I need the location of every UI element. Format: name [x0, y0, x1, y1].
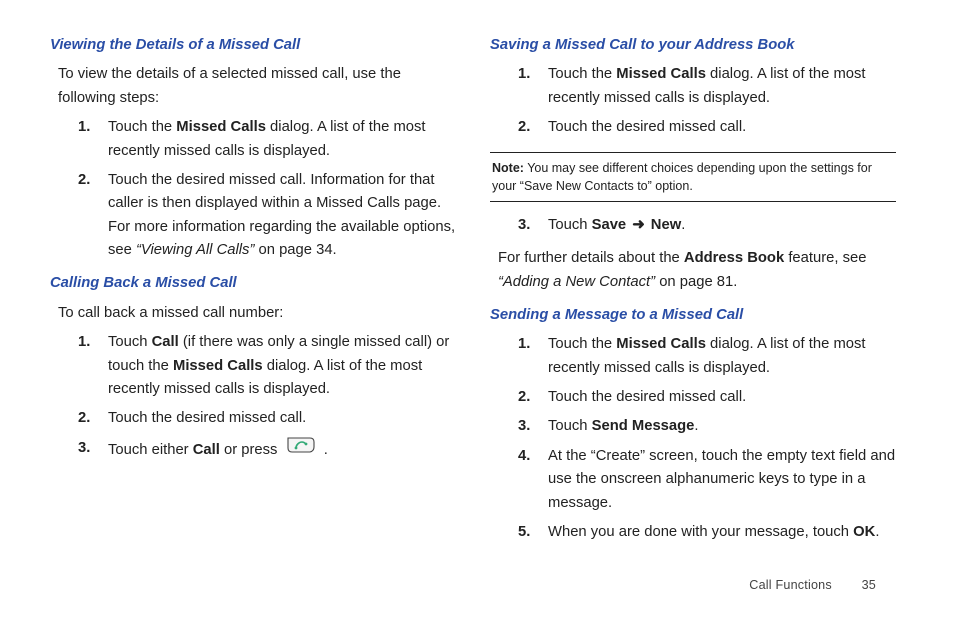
footer-page-number: 35	[862, 576, 876, 596]
text: When you are done with your message, tou…	[548, 524, 853, 540]
bold-text: Address Book	[684, 250, 784, 266]
bold-text: New	[651, 217, 681, 233]
step-item: Touch either Call or press .	[78, 437, 456, 463]
text: feature, see	[784, 250, 866, 266]
bold-text: Missed Calls	[176, 119, 266, 135]
steps-calling-back: Touch Call (if there was only a single m…	[78, 331, 456, 463]
bold-text: Missed Calls	[616, 336, 706, 352]
steps-sending-message: Touch the Missed Calls dialog. A list of…	[518, 333, 896, 544]
steps-saving-missed-call: Touch the Missed Calls dialog. A list of…	[518, 63, 896, 139]
step-item: Touch Save ➜ New.	[518, 214, 896, 237]
intro-calling-back: To call back a missed call number:	[58, 302, 456, 325]
step-item: Touch the desired missed call. Informati…	[78, 169, 456, 263]
steps-saving-missed-call-cont: Touch Save ➜ New.	[518, 214, 896, 237]
heading-calling-back: Calling Back a Missed Call	[50, 272, 456, 295]
bold-text: Call	[193, 442, 220, 458]
text: For further details about the	[498, 250, 684, 266]
bold-text: Missed Calls	[616, 66, 706, 82]
right-column: Saving a Missed Call to your Address Boo…	[490, 34, 896, 560]
step-item: Touch the desired missed call.	[78, 407, 456, 430]
step-item: Touch the desired missed call.	[518, 386, 896, 409]
step-item: Touch the Missed Calls dialog. A list of…	[518, 63, 896, 110]
step-item: At the “Create” screen, touch the empty …	[518, 445, 896, 515]
text: .	[324, 442, 328, 458]
text: on page 34.	[254, 242, 336, 258]
text: Touch	[548, 217, 592, 233]
step-item: Touch Send Message.	[518, 415, 896, 438]
bold-text: Missed Calls	[173, 358, 263, 374]
cross-reference: “Adding a New Contact”	[498, 274, 655, 290]
text: Touch	[108, 334, 152, 350]
address-book-reference: For further details about the Address Bo…	[498, 247, 896, 294]
cross-reference: “Viewing All Calls”	[136, 242, 254, 258]
note-text: You may see different choices depending …	[492, 161, 872, 193]
text: Touch the desired missed call.	[108, 410, 306, 426]
text: or press	[220, 442, 282, 458]
text: Touch the desired missed call.	[548, 389, 746, 405]
heading-sending-message: Sending a Message to a Missed Call	[490, 304, 896, 327]
call-key-icon	[286, 436, 316, 462]
text: At the “Create” screen, touch the empty …	[548, 448, 895, 511]
heading-viewing-details: Viewing the Details of a Missed Call	[50, 34, 456, 57]
text: Touch the	[548, 66, 616, 82]
note-divider	[490, 152, 896, 153]
text: on page 81.	[655, 274, 737, 290]
text: Touch	[548, 418, 592, 434]
step-item: Touch the desired missed call.	[518, 116, 896, 139]
text: Touch the	[548, 336, 616, 352]
note-label: Note:	[492, 161, 524, 175]
step-item: Touch the Missed Calls dialog. A list of…	[518, 333, 896, 380]
text: .	[875, 524, 879, 540]
text: .	[694, 418, 698, 434]
text: Touch the	[108, 119, 176, 135]
footer-section: Call Functions	[749, 578, 832, 592]
heading-saving-missed-call: Saving a Missed Call to your Address Boo…	[490, 34, 896, 57]
bold-text: Call	[152, 334, 179, 350]
step-item: Touch Call (if there was only a single m…	[78, 331, 456, 401]
note-divider	[490, 201, 896, 202]
step-item: When you are done with your message, tou…	[518, 521, 896, 544]
text: Touch the desired missed call.	[548, 119, 746, 135]
page: Viewing the Details of a Missed Call To …	[0, 0, 954, 560]
step-item: Touch the Missed Calls dialog. A list of…	[78, 116, 456, 163]
left-column: Viewing the Details of a Missed Call To …	[50, 34, 456, 560]
text: .	[681, 217, 685, 233]
bold-text: Send Message	[592, 418, 695, 434]
intro-viewing-details: To view the details of a selected missed…	[58, 63, 456, 110]
arrow-icon: ➜	[626, 217, 651, 233]
steps-viewing-details: Touch the Missed Calls dialog. A list of…	[78, 116, 456, 262]
page-footer: Call Functions 35	[749, 576, 876, 596]
bold-text: Save	[592, 217, 627, 233]
note-block: Note: You may see different choices depe…	[490, 159, 896, 195]
text: Touch either	[108, 442, 193, 458]
bold-text: OK	[853, 524, 875, 540]
